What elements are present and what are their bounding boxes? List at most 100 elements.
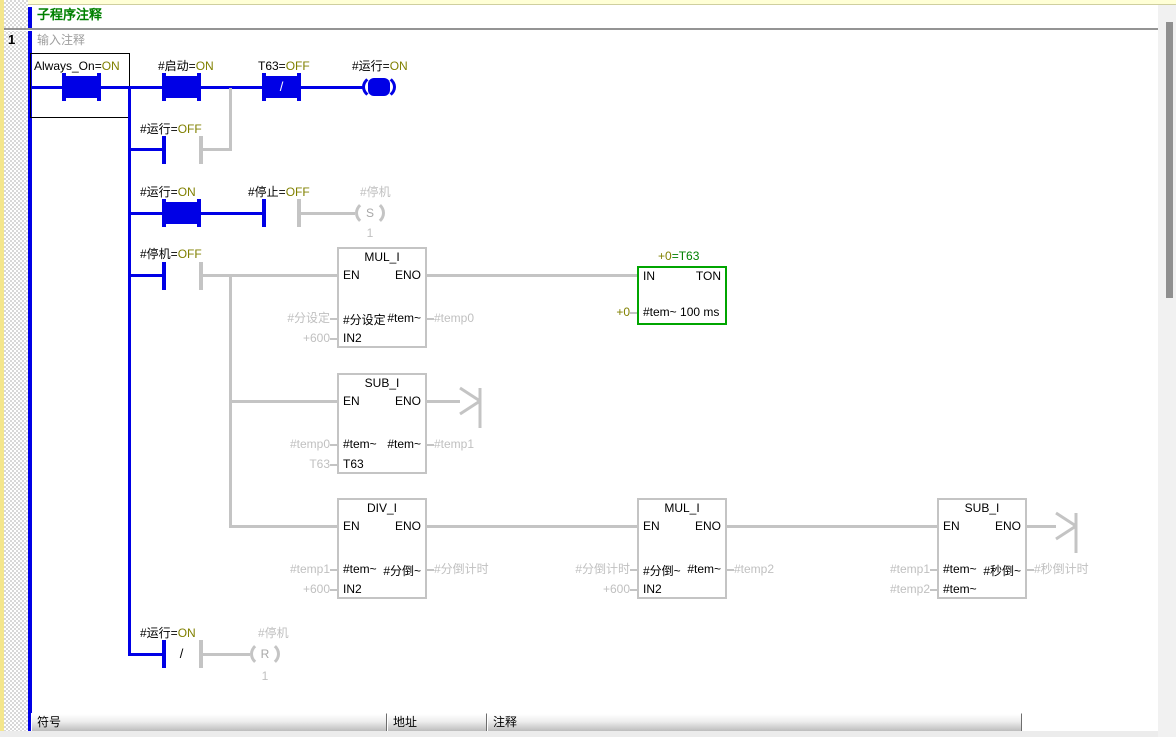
contact-label-run2: #运行=ON (140, 185, 196, 199)
operand-tick (330, 318, 337, 320)
div1-operand-out: #分倒计时 (434, 562, 489, 576)
box-sub1-out: #tem~ (387, 437, 421, 451)
box-mul1-in1: #分设定 (343, 311, 386, 328)
network-gutter (4, 0, 28, 731)
wire-h-gray (203, 274, 337, 277)
box-div1-en: EN (343, 519, 360, 533)
wire-h (131, 653, 162, 656)
wire-h (131, 212, 162, 215)
operand-tick (630, 312, 637, 314)
vertical-scrollbar-thumb[interactable] (1166, 22, 1173, 298)
coil-run[interactable] (362, 74, 396, 100)
sub2-operand-out: #秒倒计时 (1034, 562, 1089, 576)
box-mul2-out: #tem~ (687, 562, 721, 576)
wire-h (32, 86, 62, 89)
box-mul2-in2: IN2 (643, 582, 662, 596)
wire-h-gray (232, 400, 337, 403)
operand-tick (330, 569, 337, 571)
box-mul2[interactable]: MUL_I EN ENO #分倒~ #tem~ IN2 (637, 498, 727, 599)
box-div1-out: #分倒~ (383, 562, 421, 579)
coil-label-run: #运行=ON (352, 59, 408, 73)
top-border-strip (0, 0, 1176, 5)
operand-tick (427, 569, 434, 571)
div1-operand-in2: +600 (190, 582, 330, 596)
mul2-operand-in1: #分倒计时 (490, 562, 630, 576)
div1-operand-in1: #temp1 (190, 562, 330, 576)
bottom-strip (0, 731, 1176, 737)
box-mul2-en: EN (643, 519, 660, 533)
coil-reset-shutdown[interactable]: R (250, 641, 280, 667)
box-sub1-title: SUB_I (339, 376, 425, 390)
wire-h-gray (427, 274, 637, 277)
contact-stop[interactable] (262, 199, 266, 227)
contact-label-always-on: Always_On=ON (34, 59, 120, 73)
ton-monitor-title: +0=T63 (658, 249, 699, 263)
mul1-operand-out: #temp0 (434, 311, 474, 325)
box-mul1-out: #tem~ (387, 311, 421, 325)
wire-h-gray (203, 148, 232, 151)
contact-run2-powerflow[interactable] (166, 202, 197, 224)
box-mul1-in2: IN2 (343, 331, 362, 345)
operand-tick (930, 569, 937, 571)
box-sub2-in1: #tem~ (943, 562, 977, 576)
operand-tick (330, 444, 337, 446)
contact-label-t63: T63=OFF (258, 59, 310, 73)
box-sub2-title: SUB_I (939, 501, 1025, 515)
continuation-arrow-icon (456, 388, 488, 432)
wire-h-gray (727, 525, 937, 528)
box-mul1[interactable]: MUL_I EN ENO #分设定 #tem~ IN2 (337, 247, 427, 348)
table-header-address[interactable]: 地址 (387, 713, 487, 732)
contact-start-powerflow[interactable] (166, 76, 197, 98)
box-div1-in1: #tem~ (343, 562, 377, 576)
ladder-editor-view: 子程序注释 1 输入注释 Always_On=ON #启动=ON T63=OFF… (0, 0, 1176, 737)
wire-h-gray (203, 653, 250, 656)
wire-h-gray (232, 525, 337, 528)
sub1-operand-in1: #temp0 (190, 437, 330, 451)
table-header-symbol[interactable]: 符号 (31, 713, 387, 732)
mul1-operand-in1: #分设定 (190, 311, 330, 325)
wire-h-gray (301, 212, 355, 215)
box-mul1-title: MUL_I (339, 250, 425, 264)
box-sub2-en: EN (943, 519, 960, 533)
contact-run-nc-slash: / (166, 643, 197, 665)
box-sub2-in2: #tem~ (943, 582, 977, 596)
box-mul2-title: MUL_I (639, 501, 725, 515)
wire-v-gray (229, 88, 232, 151)
wire-h (201, 212, 262, 215)
coil-set-operand: 1 (355, 226, 385, 240)
box-sub1-en: EN (343, 394, 360, 408)
contact-label-run-seal: #运行=OFF (140, 122, 202, 136)
continuation-arrow-icon (1052, 513, 1084, 557)
wire-h (131, 148, 162, 151)
network-comment[interactable]: 输入注释 (37, 33, 85, 47)
contact-t63-nc-powerflow[interactable]: / (266, 76, 297, 98)
box-div1-eno: ENO (395, 519, 421, 533)
operand-tick (427, 318, 434, 320)
box-mul1-eno: ENO (395, 268, 421, 282)
box-ton-in: IN (643, 269, 655, 283)
contact-label-run-nc: #运行=ON (140, 626, 196, 640)
operand-tick (330, 464, 337, 466)
box-sub2[interactable]: SUB_I EN ENO #tem~ #秒倒~ #tem~ (937, 498, 1027, 599)
contact-run-seal[interactable] (162, 136, 166, 164)
mul2-operand-in2: +600 (490, 582, 630, 596)
contact-label-shutdown-off: #停机=OFF (140, 247, 202, 261)
coil-label-shutdown-r: #停机 (258, 626, 289, 640)
contact-always-on-powerflow[interactable] (66, 76, 97, 98)
contact-label-stop: #停止=OFF (248, 185, 310, 199)
mul1-operand-in2: +600 (190, 331, 330, 345)
branch-rail (128, 86, 131, 656)
box-mul1-en: EN (343, 268, 360, 282)
pou-comment[interactable]: 子程序注释 (37, 8, 102, 22)
divider-line-highlight (4, 30, 1158, 31)
wire-h (101, 86, 162, 89)
coil-set-shutdown[interactable]: S (355, 200, 385, 226)
contact-shutdown[interactable] (162, 262, 166, 290)
box-div1[interactable]: DIV_I EN ENO #tem~ #分倒~ IN2 (337, 498, 427, 599)
table-header-comment[interactable]: 注释 (487, 713, 1022, 732)
box-ton-type: TON (696, 269, 721, 283)
operand-tick (1027, 569, 1034, 571)
operand-tick (330, 589, 337, 591)
box-ton[interactable]: IN TON #tem~ 100 ms (637, 266, 727, 325)
box-sub1[interactable]: SUB_I EN ENO #tem~ #tem~ T63 (337, 373, 427, 474)
